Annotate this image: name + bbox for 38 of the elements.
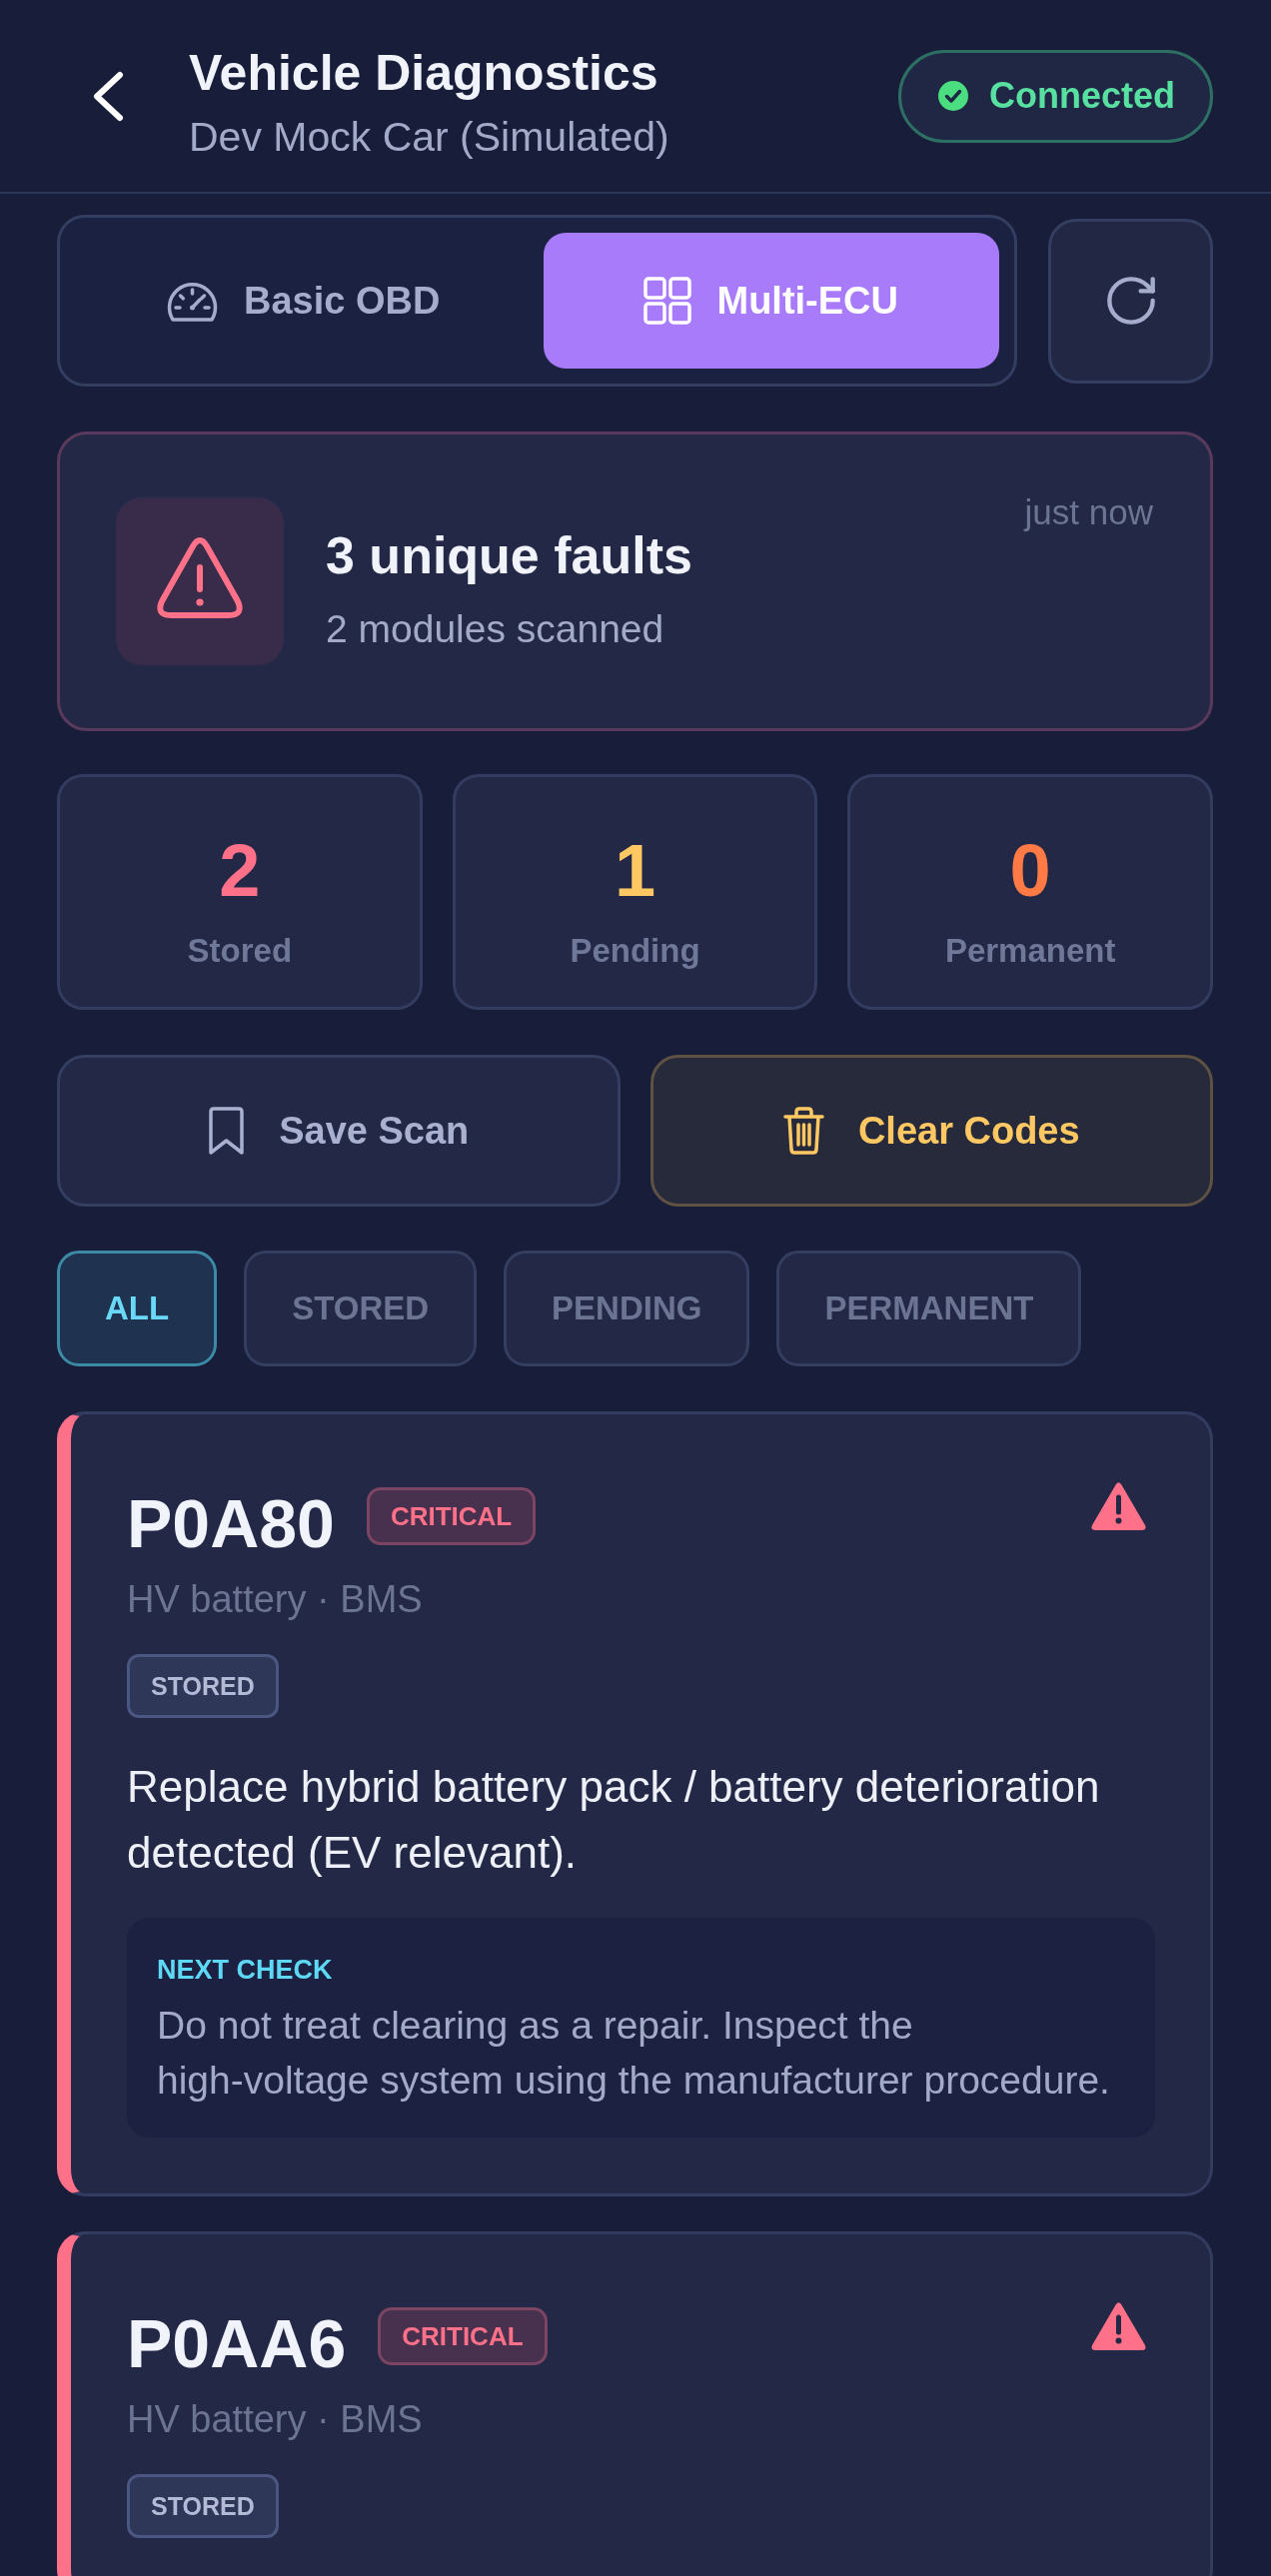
fault-code: P0AA6 [127, 2305, 347, 2381]
fault-source: HV battery · BMS [127, 2397, 424, 2442]
mode-tab[interactable]: Basic OBD [75, 233, 532, 369]
next-check-heading: NEXT CHECK [157, 1954, 334, 1986]
screen-title: Vehicle Diagnostics [189, 43, 659, 103]
back-button[interactable] [93, 70, 124, 122]
status-tag: STORED [127, 2474, 279, 2538]
stat-value: 2 [219, 831, 261, 911]
fault-description: Replace hybrid battery pack / battery deterioration detected (EV relevant). [127, 1761, 1101, 1879]
stat-label: Stored [187, 931, 293, 971]
status-tag: STORED [127, 1654, 279, 1718]
modules-scanned: 2 modules scanned [326, 606, 665, 652]
bookmark-icon [208, 1107, 246, 1155]
stat-value: 0 [1009, 831, 1051, 911]
warning-icon [1090, 2300, 1147, 2351]
check-circle-icon [938, 81, 968, 111]
chevron-left-icon [93, 70, 124, 122]
stat-value: 1 [614, 831, 656, 911]
vehicle-name: Dev Mock Car (Simulated) [189, 112, 670, 162]
warning-icon [116, 497, 284, 665]
warning-icon [1090, 1480, 1147, 1531]
stat-label: Pending [570, 931, 700, 971]
severity-tag: CRITICAL [366, 1487, 537, 1545]
scan-time: just now [1024, 491, 1153, 533]
clear-codes-button[interactable]: Clear Codes [649, 1055, 1213, 1207]
next-check-text: Do not treat clearing as a repair. Inspect the high-voltage system using the manufacturer procedure. [157, 2003, 1111, 2104]
fault-count: 3 unique faults [326, 525, 693, 586]
fault-source: HV battery · BMS [127, 1577, 424, 1622]
grid-icon [643, 277, 692, 325]
save-scan-button[interactable]: Save Scan [57, 1055, 621, 1207]
severity-tag: CRITICAL [378, 2307, 548, 2365]
refresh-button[interactable] [1048, 218, 1213, 384]
filter-chip[interactable]: ALL [57, 1251, 218, 1366]
fault-code: P0A80 [127, 1485, 335, 1561]
refresh-icon [1106, 275, 1155, 327]
status-label: Connected [989, 75, 1175, 117]
stat-label: Permanent [944, 931, 1116, 971]
trash-icon [782, 1107, 824, 1155]
